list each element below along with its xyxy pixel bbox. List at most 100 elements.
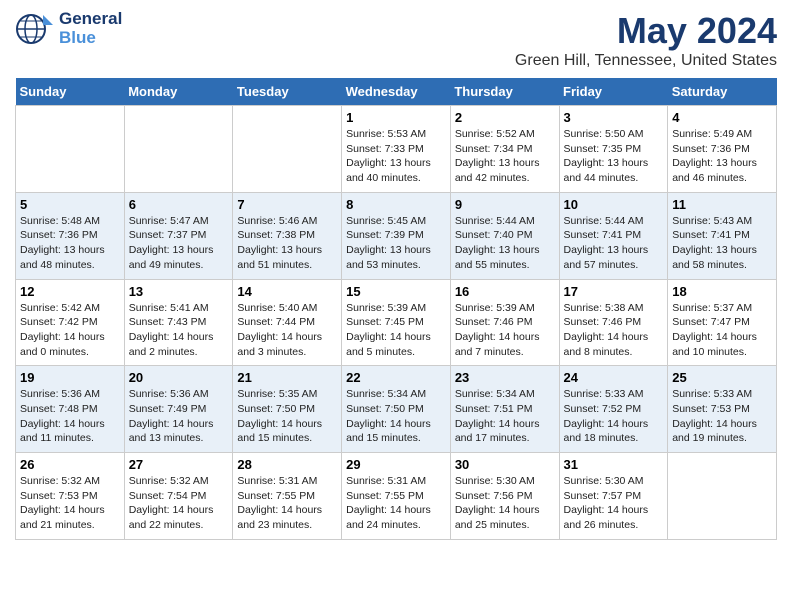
day-info: Sunrise: 5:41 AM Sunset: 7:43 PM Dayligh… (129, 301, 229, 360)
day-number: 26 (20, 457, 120, 472)
calendar-body: 1 Sunrise: 5:53 AM Sunset: 7:33 PM Daylig… (16, 106, 777, 540)
day-number: 27 (129, 457, 229, 472)
calendar-cell: 7 Sunrise: 5:46 AM Sunset: 7:38 PM Daylig… (233, 192, 342, 279)
calendar-cell: 8Sunrise: 5:45 AM Sunset: 7:39 PM Daylig… (342, 192, 451, 279)
day-info: Sunrise: 5:49 AM Sunset: 7:36 PM Dayligh… (672, 127, 772, 186)
calendar-cell: 15 Sunrise: 5:39 AM Sunset: 7:45 PM Dayli… (342, 279, 451, 366)
day-number: 30 (455, 457, 555, 472)
day-info: Sunrise: 5:35 AM Sunset: 7:50 PM Dayligh… (237, 387, 337, 446)
day-number: 25 (672, 370, 772, 385)
day-number: 23 (455, 370, 555, 385)
week-row-5: 26 Sunrise: 5:32 AM Sunset: 7:53 PM Dayli… (16, 453, 777, 540)
title-block: May 2024 Green Hill, Tennessee, United S… (515, 10, 777, 70)
day-number: 29 (346, 457, 446, 472)
day-info: Sunrise: 5:36 AM Sunset: 7:48 PM Dayligh… (20, 387, 120, 446)
day-info: Sunrise: 5:53 AM Sunset: 7:33 PM Dayligh… (346, 127, 446, 186)
day-info: Sunrise: 5:39 AM Sunset: 7:45 PM Dayligh… (346, 301, 446, 360)
header-day-saturday: Saturday (668, 78, 777, 106)
day-info: Sunrise: 5:36 AM Sunset: 7:49 PM Dayligh… (129, 387, 229, 446)
logo-line2: Blue (59, 29, 122, 48)
day-info: Sunrise: 5:31 AM Sunset: 7:55 PM Dayligh… (237, 474, 337, 533)
day-info: Sunrise: 5:32 AM Sunset: 7:53 PM Dayligh… (20, 474, 120, 533)
calendar-cell: 28 Sunrise: 5:31 AM Sunset: 7:55 PM Dayli… (233, 453, 342, 540)
day-number: 8 (346, 197, 446, 212)
day-number: 5 (20, 197, 120, 212)
calendar-cell: 10 Sunrise: 5:44 AM Sunset: 7:41 PM Dayli… (559, 192, 668, 279)
logo: General Blue (15, 10, 122, 47)
day-info: Sunrise: 5:48 AM Sunset: 7:36 PM Dayligh… (20, 214, 120, 273)
day-info: Sunrise: 5:30 AM Sunset: 7:57 PM Dayligh… (564, 474, 664, 533)
calendar-cell: 18Sunrise: 5:37 AM Sunset: 7:47 PM Dayli… (668, 279, 777, 366)
day-info: Sunrise: 5:42 AM Sunset: 7:42 PM Dayligh… (20, 301, 120, 360)
calendar-cell: 13 Sunrise: 5:41 AM Sunset: 7:43 PM Dayli… (124, 279, 233, 366)
day-number: 6 (129, 197, 229, 212)
day-info: Sunrise: 5:44 AM Sunset: 7:40 PM Dayligh… (455, 214, 555, 273)
day-number: 16 (455, 284, 555, 299)
day-number: 17 (564, 284, 664, 299)
calendar-cell: 17 Sunrise: 5:38 AM Sunset: 7:46 PM Dayli… (559, 279, 668, 366)
day-info: Sunrise: 5:39 AM Sunset: 7:46 PM Dayligh… (455, 301, 555, 360)
day-number: 15 (346, 284, 446, 299)
calendar-cell: 4 Sunrise: 5:49 AM Sunset: 7:36 PM Daylig… (668, 106, 777, 193)
calendar-cell: 27 Sunrise: 5:32 AM Sunset: 7:54 PM Dayli… (124, 453, 233, 540)
calendar-cell: 21 Sunrise: 5:35 AM Sunset: 7:50 PM Dayli… (233, 366, 342, 453)
calendar-cell (16, 106, 125, 193)
day-number: 7 (237, 197, 337, 212)
day-number: 19 (20, 370, 120, 385)
main-title: May 2024 (515, 10, 777, 52)
day-number: 1 (346, 110, 446, 125)
calendar-cell: 26 Sunrise: 5:32 AM Sunset: 7:53 PM Dayli… (16, 453, 125, 540)
subtitle: Green Hill, Tennessee, United States (515, 52, 777, 70)
day-info: Sunrise: 5:46 AM Sunset: 7:38 PM Dayligh… (237, 214, 337, 273)
calendar-cell: 22 Sunrise: 5:34 AM Sunset: 7:50 PM Dayli… (342, 366, 451, 453)
day-info: Sunrise: 5:30 AM Sunset: 7:56 PM Dayligh… (455, 474, 555, 533)
day-info: Sunrise: 5:47 AM Sunset: 7:37 PM Dayligh… (129, 214, 229, 273)
day-info: Sunrise: 5:31 AM Sunset: 7:55 PM Dayligh… (346, 474, 446, 533)
day-number: 31 (564, 457, 664, 472)
calendar-cell: 5 Sunrise: 5:48 AM Sunset: 7:36 PM Daylig… (16, 192, 125, 279)
calendar-table: SundayMondayTuesdayWednesdayThursdayFrid… (15, 78, 777, 540)
day-number: 18 (672, 284, 772, 299)
calendar-cell: 19 Sunrise: 5:36 AM Sunset: 7:48 PM Dayli… (16, 366, 125, 453)
day-number: 13 (129, 284, 229, 299)
day-info: Sunrise: 5:34 AM Sunset: 7:50 PM Dayligh… (346, 387, 446, 446)
calendar-cell: 23Sunrise: 5:34 AM Sunset: 7:51 PM Dayli… (450, 366, 559, 453)
day-number: 11 (672, 197, 772, 212)
day-number: 21 (237, 370, 337, 385)
calendar-cell (233, 106, 342, 193)
calendar-cell (668, 453, 777, 540)
header-day-tuesday: Tuesday (233, 78, 342, 106)
day-number: 14 (237, 284, 337, 299)
calendar-cell: 1 Sunrise: 5:53 AM Sunset: 7:33 PM Daylig… (342, 106, 451, 193)
day-info: Sunrise: 5:38 AM Sunset: 7:46 PM Dayligh… (564, 301, 664, 360)
calendar-cell: 3Sunrise: 5:50 AM Sunset: 7:35 PM Daylig… (559, 106, 668, 193)
calendar-cell: 12 Sunrise: 5:42 AM Sunset: 7:42 PM Dayli… (16, 279, 125, 366)
day-info: Sunrise: 5:33 AM Sunset: 7:53 PM Dayligh… (672, 387, 772, 446)
day-number: 22 (346, 370, 446, 385)
calendar-cell (124, 106, 233, 193)
day-info: Sunrise: 5:44 AM Sunset: 7:41 PM Dayligh… (564, 214, 664, 273)
header-day-thursday: Thursday (450, 78, 559, 106)
calendar-cell: 29 Sunrise: 5:31 AM Sunset: 7:55 PM Dayli… (342, 453, 451, 540)
calendar-cell: 11Sunrise: 5:43 AM Sunset: 7:41 PM Dayli… (668, 192, 777, 279)
day-number: 10 (564, 197, 664, 212)
header-row: SundayMondayTuesdayWednesdayThursdayFrid… (16, 78, 777, 106)
day-number: 4 (672, 110, 772, 125)
header-day-wednesday: Wednesday (342, 78, 451, 106)
header-day-monday: Monday (124, 78, 233, 106)
day-number: 12 (20, 284, 120, 299)
header-day-sunday: Sunday (16, 78, 125, 106)
calendar-cell: 2Sunrise: 5:52 AM Sunset: 7:34 PM Daylig… (450, 106, 559, 193)
logo-line1: General (59, 10, 122, 29)
week-row-1: 1 Sunrise: 5:53 AM Sunset: 7:33 PM Daylig… (16, 106, 777, 193)
calendar-cell: 14 Sunrise: 5:40 AM Sunset: 7:44 PM Dayli… (233, 279, 342, 366)
day-number: 28 (237, 457, 337, 472)
calendar-cell: 30 Sunrise: 5:30 AM Sunset: 7:56 PM Dayli… (450, 453, 559, 540)
calendar-header: SundayMondayTuesdayWednesdayThursdayFrid… (16, 78, 777, 106)
day-info: Sunrise: 5:32 AM Sunset: 7:54 PM Dayligh… (129, 474, 229, 533)
day-number: 9 (455, 197, 555, 212)
week-row-3: 12 Sunrise: 5:42 AM Sunset: 7:42 PM Dayli… (16, 279, 777, 366)
day-info: Sunrise: 5:40 AM Sunset: 7:44 PM Dayligh… (237, 301, 337, 360)
day-info: Sunrise: 5:52 AM Sunset: 7:34 PM Dayligh… (455, 127, 555, 186)
day-number: 3 (564, 110, 664, 125)
